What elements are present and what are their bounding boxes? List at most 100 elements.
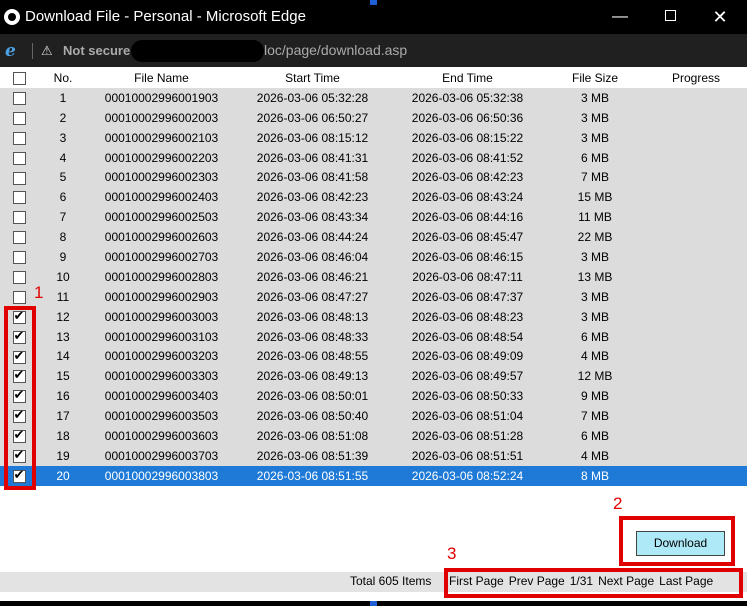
column-header-end-time[interactable]: End Time (390, 68, 545, 88)
table-row[interactable]: 5 00010002996002303 2026-03-06 08:41:58 202… (0, 167, 747, 188)
cell-file-name: 00010002996003203 (104, 349, 219, 364)
row-checkbox[interactable] (12, 271, 26, 285)
cell-start-time: 2026-03-06 08:50:40 (256, 409, 369, 424)
resize-handle-bottom[interactable] (370, 601, 377, 606)
table-row[interactable]: 6 00010002996002403 2026-03-06 08:42:23 202… (0, 187, 747, 208)
cell-file-name: 00010002996003803 (104, 468, 219, 483)
close-button[interactable]: ✕ (695, 0, 745, 34)
cell-file-size: 3 MB (580, 289, 609, 304)
row-checkbox[interactable] (12, 111, 26, 125)
cell-start-time: 2026-03-06 08:49:13 (256, 369, 369, 384)
cell-start-time: 2026-03-06 08:46:21 (256, 269, 369, 284)
table-row[interactable]: 3 00010002996002103 2026-03-06 08:15:12 202… (0, 127, 747, 148)
cell-file-size: 22 MB (577, 230, 613, 245)
table-row[interactable]: 12 00010002996003003 2026-03-06 08:48:13 20… (0, 306, 747, 327)
cell-file-name: 00010002996002403 (104, 190, 219, 205)
cell-file-size: 3 MB (580, 110, 609, 125)
cell-progress (645, 187, 747, 207)
row-checkbox-cell (0, 227, 38, 247)
table-row[interactable]: 14 00010002996003203 2026-03-06 08:48:55 20… (0, 346, 747, 367)
cell-file-name: 00010002996003703 (104, 448, 219, 463)
row-checkbox[interactable] (12, 171, 26, 185)
cell-end-time: 2026-03-06 08:46:15 (411, 249, 524, 264)
row-checkbox-cell (0, 287, 38, 307)
column-header-progress[interactable]: Progress (645, 68, 747, 88)
table-row[interactable]: 13 00010002996003103 2026-03-06 08:48:33 20… (0, 326, 747, 347)
cell-end-time: 2026-03-06 08:41:52 (411, 150, 524, 165)
cell-no: 2 (59, 110, 67, 125)
row-checkbox[interactable] (12, 211, 26, 225)
row-checkbox[interactable] (12, 191, 26, 205)
address-bar: e ⚠ Not secure loc/page/download.asp (0, 34, 747, 67)
table-row[interactable]: 7 00010002996002503 2026-03-06 08:43:34 202… (0, 207, 747, 228)
table-row[interactable]: 18 00010002996003603 2026-03-06 08:51:08 20… (0, 426, 747, 446)
cell-start-time: 2026-03-06 05:32:28 (256, 90, 369, 105)
table-row[interactable]: 15 00010002996003303 2026-03-06 08:49:13 20… (0, 366, 747, 387)
cell-no: 6 (59, 190, 67, 205)
total-items: Total 605 Items (350, 574, 432, 588)
row-checkbox[interactable] (12, 92, 26, 105)
cell-progress (645, 167, 747, 187)
column-header-start-time[interactable]: Start Time (235, 68, 390, 88)
table-row[interactable]: 20 00010002996003803 2026-03-06 08:51:55 20… (0, 465, 747, 486)
annotation-marker-3: 3 (447, 544, 457, 563)
cell-progress (645, 267, 747, 287)
address-url[interactable]: loc/page/download.asp (264, 42, 407, 58)
cell-progress (645, 346, 747, 366)
cell-progress (645, 207, 747, 227)
cell-end-time: 2026-03-06 08:51:51 (411, 448, 524, 463)
cell-no: 20 (56, 468, 70, 483)
row-checkbox[interactable] (12, 151, 26, 165)
table-row[interactable]: 8 00010002996002603 2026-03-06 08:44:24 202… (0, 227, 747, 248)
table-row[interactable]: 19 00010002996003703 2026-03-06 08:51:39 20… (0, 445, 747, 466)
table-row[interactable]: 17 00010002996003503 2026-03-06 08:50:40 20… (0, 406, 747, 427)
warning-icon[interactable]: ⚠ (41, 43, 53, 59)
cell-no: 14 (56, 349, 70, 364)
table-row[interactable]: 10 00010002996002803 2026-03-06 08:46:21 20… (0, 266, 747, 287)
cell-file-size: 9 MB (580, 389, 609, 404)
cell-end-time: 2026-03-06 08:45:47 (411, 230, 524, 245)
row-checkbox[interactable] (12, 131, 26, 145)
annotation-marker-2: 2 (613, 494, 623, 513)
table-row[interactable]: 9 00010002996002703 2026-03-06 08:46:04 202… (0, 247, 747, 267)
table-row[interactable]: 16 00010002996003403 2026-03-06 08:50:01 20… (0, 386, 747, 407)
minimize-button[interactable]: — (595, 0, 645, 34)
cell-start-time: 2026-03-06 08:43:34 (256, 210, 369, 225)
cell-file-size: 7 MB (580, 170, 609, 185)
resize-handle-top[interactable] (370, 0, 377, 5)
table-row[interactable]: 4 00010002996002203 2026-03-06 08:41:31 202… (0, 147, 747, 168)
ie-mode-icon[interactable]: e (5, 41, 16, 61)
row-checkbox[interactable] (12, 251, 26, 265)
column-header-file-name[interactable]: File Name (88, 68, 235, 88)
column-header-no[interactable]: No. (38, 68, 88, 88)
file-table: No. File Name Start Time End Time File S… (0, 68, 747, 486)
cell-progress (645, 227, 747, 247)
cell-file-name: 00010002996003303 (104, 369, 219, 384)
not-secure-label[interactable]: Not secure (63, 43, 130, 58)
cell-file-size: 6 MB (580, 329, 609, 344)
row-checkbox[interactable] (12, 290, 26, 304)
cell-file-name: 00010002996003603 (104, 428, 219, 443)
cell-file-size: 7 MB (580, 409, 609, 424)
cell-file-name: 00010002996002603 (104, 230, 219, 245)
cell-file-size: 4 MB (580, 349, 609, 364)
row-checkbox[interactable] (12, 231, 26, 245)
select-all-checkbox[interactable] (12, 72, 26, 86)
table-row[interactable]: 2 00010002996002003 2026-03-06 06:50:27 202… (0, 107, 747, 128)
cell-progress (645, 287, 747, 307)
cell-file-size: 13 MB (577, 269, 613, 284)
table-row[interactable]: 1 00010002996001903 2026-03-06 05:32:28 202… (0, 87, 747, 108)
cell-end-time: 2026-03-06 08:15:22 (411, 130, 524, 145)
cell-file-size: 3 MB (580, 90, 609, 105)
cell-start-time: 2026-03-06 08:42:23 (256, 190, 369, 205)
cell-no: 1 (59, 90, 67, 105)
cell-no: 8 (59, 230, 67, 245)
cell-file-size: 3 MB (580, 249, 609, 264)
cell-end-time: 2026-03-06 08:51:28 (411, 428, 524, 443)
table-row[interactable]: 11 00010002996002903 2026-03-06 08:47:27 20… (0, 286, 747, 307)
cell-no: 16 (56, 389, 70, 404)
cell-end-time: 2026-03-06 08:47:37 (411, 289, 524, 304)
cell-file-name: 00010002996003103 (104, 329, 219, 344)
column-header-file-size[interactable]: File Size (545, 68, 645, 88)
maximize-button[interactable] (645, 0, 695, 34)
